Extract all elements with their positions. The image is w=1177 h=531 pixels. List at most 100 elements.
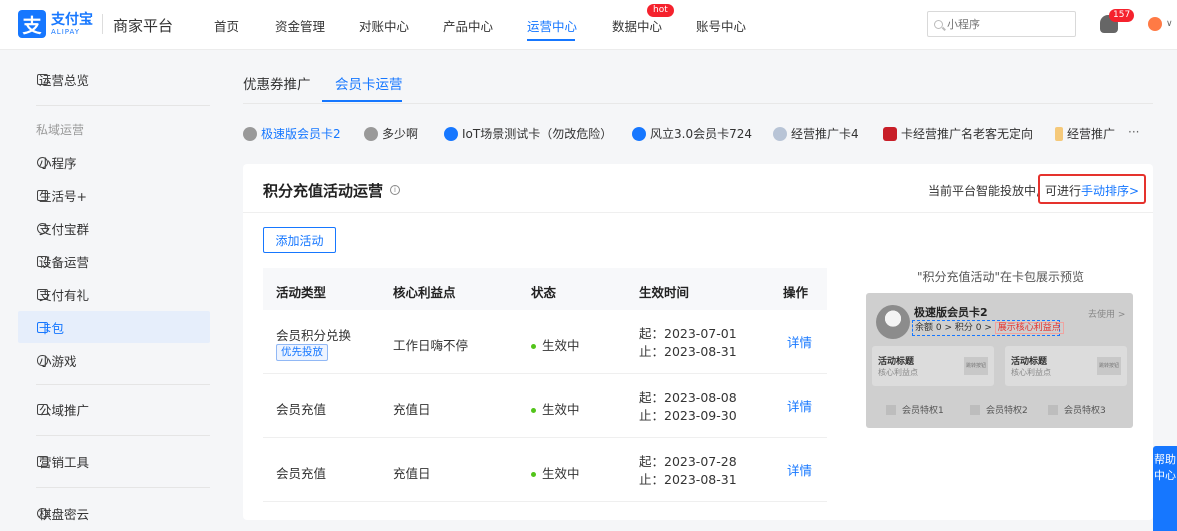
privilege-label: 会员特权3: [1064, 406, 1106, 416]
card-avatar-icon: [364, 126, 378, 141]
sidebar-item-overview[interactable]: 运营总览: [18, 63, 210, 95]
more-icon[interactable]: ···: [1128, 125, 1139, 139]
nav-products[interactable]: 产品中心: [443, 16, 493, 35]
row-time: 起：2023-07-28 止：2023-08-31: [639, 453, 737, 489]
card-chip-3[interactable]: IoT场景测试卡（勿改危险）: [444, 125, 612, 142]
preview-activity-box: 活动标题 核心利益点 跳转按钮: [872, 346, 994, 386]
preview-card-name: 极速版会员卡2: [914, 306, 988, 319]
avatar[interactable]: [1148, 17, 1162, 31]
preview-balance: 余额 0 >: [915, 323, 952, 333]
page-title: 积分充值活动运营: [263, 182, 384, 200]
top-navbar: 支 支付宝 ALIPAY 商家平台 首页 资金管理 对账中心 产品中心 运营中心…: [0, 0, 1177, 50]
preview-points: 积分 0 >: [954, 323, 992, 333]
cloud-icon: [37, 507, 48, 519]
row-type: 会员积分兑换: [276, 328, 352, 343]
alipay-logo[interactable]: 支 支付宝 ALIPAY: [18, 10, 93, 38]
card-chip-2[interactable]: 多少啊: [364, 125, 418, 142]
sidebar-item-device[interactable]: 设备运营: [18, 245, 210, 277]
privilege-icon: [886, 404, 896, 415]
row-status: 生效中: [531, 335, 580, 354]
row-benefit: 工作日嗨不停: [393, 338, 469, 353]
logo-en-text: ALIPAY: [51, 27, 81, 36]
tab-coupon-promotion[interactable]: 优惠券推广: [243, 73, 311, 93]
alipay-logo-icon: 支: [18, 10, 46, 38]
sidebar-item-minigame[interactable]: 小游戏: [18, 344, 210, 376]
preview-privilege: 会员特权3: [1048, 403, 1106, 416]
nav-funds[interactable]: 资金管理: [275, 16, 325, 35]
row-benefit: 充值日: [393, 402, 431, 417]
search-icon: [934, 19, 943, 29]
sidebar-item-chess[interactable]: 棋盘密云: [18, 497, 210, 529]
card-chip-1[interactable]: 极速版会员卡2: [243, 125, 341, 142]
nav-operations[interactable]: 运营中心: [527, 16, 577, 35]
card-preview: 极速版会员卡2 去使用 > 余额 0 > 积分 0 > 展示核心利益点 活动标题…: [866, 293, 1133, 428]
nav-data[interactable]: 数据中心: [612, 16, 662, 35]
sidebar-item-public[interactable]: 公域推广: [18, 393, 210, 425]
manual-sort-prefix: 可进行: [1045, 184, 1082, 198]
card-chip-5[interactable]: 经营推广卡4: [773, 125, 859, 142]
add-activity-button[interactable]: 添加活动: [263, 227, 336, 253]
sidebar-group-private: 私域运营: [36, 123, 85, 137]
search-input[interactable]: [947, 17, 1067, 31]
card-avatar-icon: [632, 126, 646, 141]
info-icon[interactable]: i: [390, 185, 400, 195]
tab-divider: [243, 103, 1153, 104]
tab-member-card[interactable]: 会员卡运营: [335, 73, 403, 93]
tab-active-underline: [322, 100, 402, 102]
nav-active-underline: [527, 39, 575, 41]
search-box[interactable]: [927, 11, 1076, 37]
row-benefit: 充值日: [393, 466, 431, 481]
card-chip-4[interactable]: 风立3.0会员卡724: [632, 125, 752, 142]
smart-delivery-note: 当前平台智能投放中,: [928, 184, 1040, 198]
preview-box-subtitle: 核心利益点: [878, 368, 918, 377]
nav-account[interactable]: 账号中心: [696, 16, 746, 35]
sidebar-item-miniprogram[interactable]: 小程序: [18, 146, 210, 178]
card-avatar: [876, 305, 910, 339]
gift-icon: [37, 288, 48, 300]
row-end-date: 止：2023-08-31: [639, 344, 737, 359]
sidebar-item-lifeaccount[interactable]: 生活号+: [18, 179, 210, 211]
card-chip-6[interactable]: 卡经营推广名老客无定向: [883, 125, 1033, 142]
row-detail-link[interactable]: 详情: [787, 332, 812, 351]
card-chip-label: 多少啊: [382, 127, 419, 141]
preview-box-title: 活动标题: [1011, 357, 1048, 367]
sidebar-item-paygift[interactable]: 支付有礼: [18, 278, 210, 310]
row-detail-link[interactable]: 详情: [787, 396, 812, 415]
privilege-label: 会员特权2: [986, 406, 1028, 416]
row-status: 生效中: [531, 463, 580, 482]
manual-sort-link[interactable]: 手动排序>: [1081, 184, 1139, 198]
row-detail-link[interactable]: 详情: [787, 460, 812, 479]
sidebar-item-group[interactable]: 支付宝群: [18, 212, 210, 244]
sidebar-item-cardwallet[interactable]: 卡包: [18, 311, 210, 343]
device-icon: [37, 255, 48, 267]
sidebar-divider: [36, 384, 210, 385]
nav-reconciliation[interactable]: 对账中心: [359, 16, 409, 35]
sidebar-item-marketing[interactable]: 营销工具: [18, 445, 210, 477]
row-time: 起：2023-08-08 止：2023-09-30: [639, 389, 737, 425]
card-chip-label: 卡经营推广名老客无定向: [901, 127, 1034, 141]
hot-badge: hot: [647, 4, 674, 17]
preview-box-title: 活动标题: [878, 357, 915, 367]
privilege-icon: [970, 404, 980, 415]
chevron-down-icon[interactable]: ∨: [1166, 19, 1173, 29]
points-recharge-card: 积分充值活动运营 i 当前平台智能投放中, 可进行手动排序> 添加活动 活动类型…: [243, 164, 1153, 520]
preview-privilege: 会员特权1: [886, 403, 944, 416]
sidebar-divider: [36, 435, 210, 436]
sidebar-divider: [36, 487, 210, 488]
logo-divider: [102, 14, 103, 34]
promotion-icon: [37, 403, 48, 415]
preview-box-subtitle: 核心利益点: [1011, 368, 1051, 377]
th-time: 生效时间: [639, 285, 690, 300]
nav-home[interactable]: 首页: [214, 16, 239, 35]
life-account-icon: [37, 189, 48, 201]
privilege-icon: [1048, 404, 1058, 415]
card-chip-7[interactable]: 经营推广: [1055, 125, 1115, 142]
iot-icon: [444, 126, 458, 141]
preview-box-button: 跳转按钮: [1097, 357, 1121, 375]
gamepad-icon: [37, 354, 48, 366]
row-type: 会员充值: [276, 466, 327, 481]
platform-name: 商家平台: [113, 17, 174, 35]
preview-box-button: 跳转按钮: [964, 357, 988, 375]
table-header: 活动类型 核心利益点 状态 生效时间 操作: [263, 268, 827, 310]
help-center-button[interactable]: 帮助中心: [1153, 446, 1177, 531]
